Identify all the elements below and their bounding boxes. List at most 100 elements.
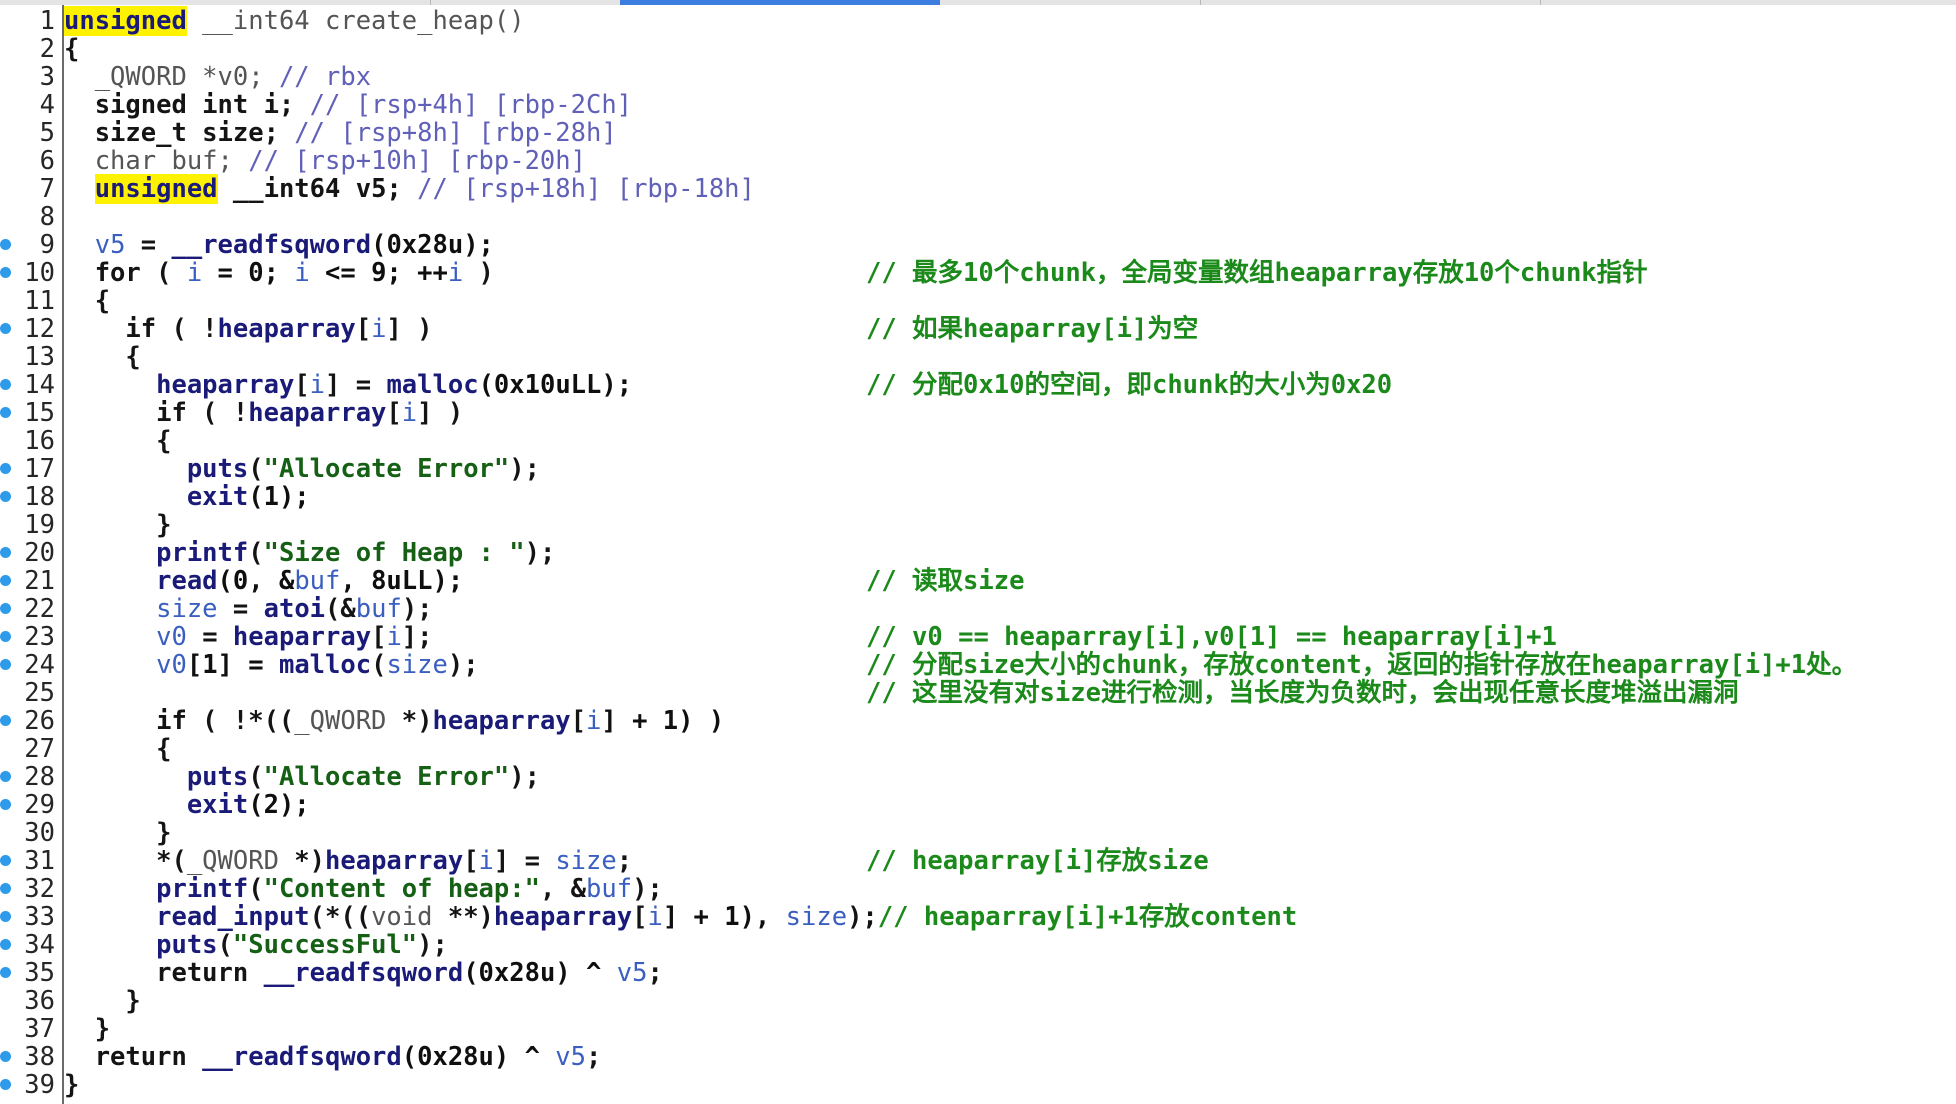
code-token[interactable]: }	[64, 986, 140, 1016]
code-token[interactable]: )	[463, 258, 494, 288]
code-token[interactable]: printf	[156, 538, 248, 568]
code-token[interactable]: (*((	[310, 902, 371, 932]
code-token[interactable]: unsigned	[64, 6, 187, 36]
code-line[interactable]: 11 {	[0, 287, 1956, 315]
code-token[interactable]: [	[356, 314, 371, 344]
code-token[interactable]: ;	[586, 1042, 601, 1072]
code-text[interactable]: if ( !*((_QWORD *)heaparray[i] + 1) )	[64, 707, 724, 735]
code-line[interactable]: 32 printf("Content of heap:", &buf);	[0, 875, 1956, 903]
code-text[interactable]: printf("Size of Heap : ");	[64, 539, 555, 567]
code-line[interactable]: 6 char buf; // [rsp+10h] [rbp-20h]	[0, 147, 1956, 175]
tab-strip[interactable]	[0, 0, 1956, 5]
code-line[interactable]: 4 signed int i; // [rsp+4h] [rbp-2Ch]	[0, 91, 1956, 119]
code-text[interactable]: exit(1);	[64, 483, 310, 511]
code-line[interactable]: 20 printf("Size of Heap : ");	[0, 539, 1956, 567]
code-token[interactable]: malloc	[386, 370, 478, 400]
code-token[interactable]: __readfsqword	[264, 958, 464, 988]
code-text[interactable]: }	[64, 986, 140, 1016]
code-text[interactable]: puts("SuccessFul");	[64, 931, 448, 959]
code-token[interactable]	[64, 930, 156, 960]
code-comment[interactable]: // [rsp+18h] [rbp-18h]	[417, 174, 755, 204]
code-token[interactable]: buf	[294, 566, 340, 596]
code-line[interactable]: 39}	[0, 1071, 1956, 1099]
code-line[interactable]: 18 exit(1);	[0, 483, 1956, 511]
code-line[interactable]: 35 return __readfsqword(0x28u) ^ v5;	[0, 959, 1956, 987]
code-token[interactable]: for (	[64, 258, 187, 288]
code-token[interactable]: size	[555, 846, 616, 876]
code-token[interactable]: ] =	[325, 370, 386, 400]
code-token[interactable]: heaparray	[432, 706, 570, 736]
code-token[interactable]: *)	[279, 846, 325, 876]
code-token[interactable]: size	[786, 902, 847, 932]
code-token[interactable]: if ( !*((	[64, 706, 294, 736]
code-token[interactable]: [	[371, 622, 386, 652]
code-token[interactable]	[64, 538, 156, 568]
code-line[interactable]: 26 if ( !*((_QWORD *)heaparray[i] + 1) )	[0, 707, 1956, 735]
code-text[interactable]: {	[64, 287, 110, 315]
code-token[interactable]: i	[448, 258, 463, 288]
code-token[interactable]	[64, 594, 156, 624]
code-token[interactable]: heaparray	[233, 622, 371, 652]
code-token[interactable]: unsigned	[94, 174, 218, 204]
code-token[interactable]: ;	[617, 846, 632, 876]
code-token[interactable]: );	[632, 874, 663, 904]
code-line[interactable]: 9 v5 = __readfsqword(0x28u);	[0, 231, 1956, 259]
code-token[interactable]: i	[479, 846, 494, 876]
code-token[interactable]: printf	[156, 874, 248, 904]
code-token[interactable]: __readfsqword	[202, 1042, 402, 1072]
code-line[interactable]: 15 if ( !heaparray[i] )	[0, 399, 1956, 427]
code-token[interactable]: (	[248, 874, 263, 904]
code-text[interactable]: v0 = heaparray[i];	[64, 622, 432, 652]
code-token[interactable]: = 0;	[202, 258, 294, 288]
code-token[interactable]: buf	[356, 594, 402, 624]
code-token[interactable]: i	[586, 706, 601, 736]
code-token[interactable]: , &	[540, 874, 586, 904]
code-line[interactable]: 12 if ( !heaparray[i] ) // 如果heaparray[i]…	[0, 315, 1956, 343]
code-token[interactable]: _QWORD *v0;	[64, 62, 279, 92]
code-token[interactable]: i	[402, 398, 417, 428]
code-line[interactable]: 17 puts("Allocate Error");	[0, 455, 1956, 483]
code-token[interactable]: **)	[433, 902, 494, 932]
code-token[interactable]: i	[187, 258, 202, 288]
code-token[interactable]: if ( !	[64, 398, 248, 428]
tab-active-indicator[interactable]	[620, 0, 940, 5]
code-comment[interactable]: // [rsp+10h] [rbp-20h]	[248, 146, 586, 176]
code-token[interactable]	[64, 370, 156, 400]
code-token[interactable]: __int64 v5;	[218, 174, 418, 204]
code-token[interactable]: size	[386, 650, 447, 680]
code-text[interactable]: puts("Allocate Error");	[64, 763, 540, 791]
code-comment[interactable]: // heaparray[i]+1存放content	[878, 902, 1297, 932]
code-token[interactable]: (0x28u);	[371, 230, 494, 260]
code-token[interactable]: exit	[187, 790, 248, 820]
code-token[interactable]: "Allocate Error"	[264, 762, 510, 792]
code-token[interactable]: read_input	[156, 902, 310, 932]
code-token[interactable]: [	[294, 370, 309, 400]
code-token[interactable]: v0	[156, 622, 187, 652]
code-token[interactable]: [	[386, 398, 401, 428]
code-token[interactable]	[64, 566, 156, 596]
code-token[interactable]: ] + 1) )	[601, 706, 724, 736]
code-text[interactable]: size = atoi(&buf);	[64, 594, 432, 624]
code-text[interactable]: if ( !heaparray[i] )	[64, 315, 432, 343]
code-line[interactable]: 36 }	[0, 987, 1956, 1015]
code-token[interactable]: );	[847, 902, 878, 932]
code-token[interactable]: _QWORD	[294, 706, 386, 736]
code-line[interactable]: 13 {	[0, 343, 1956, 371]
code-token[interactable]	[64, 482, 187, 512]
code-line[interactable]: 27 {	[0, 735, 1956, 763]
code-token[interactable]: (2);	[248, 790, 309, 820]
code-token[interactable]: puts	[156, 930, 217, 960]
code-token[interactable]: "SuccessFul"	[233, 930, 417, 960]
code-token[interactable]: malloc	[279, 650, 371, 680]
code-token[interactable]: heaparray	[325, 846, 463, 876]
code-token[interactable]	[64, 650, 156, 680]
code-line[interactable]: 23 v0 = heaparray[i]; // v0 == heaparray[…	[0, 623, 1956, 651]
line-comment[interactable]: // v0 == heaparray[i],v0[1] == heaparray…	[866, 623, 1557, 651]
code-text[interactable]: return __readfsqword(0x28u) ^ v5;	[64, 1042, 602, 1072]
code-token[interactable]	[64, 622, 156, 652]
code-text[interactable]: }	[64, 819, 171, 847]
code-token[interactable]: i	[647, 902, 662, 932]
code-comment[interactable]: // [rsp+4h] [rbp-2Ch]	[310, 90, 632, 120]
code-text[interactable]: {	[64, 735, 171, 763]
code-token[interactable]: [1] =	[187, 650, 279, 680]
